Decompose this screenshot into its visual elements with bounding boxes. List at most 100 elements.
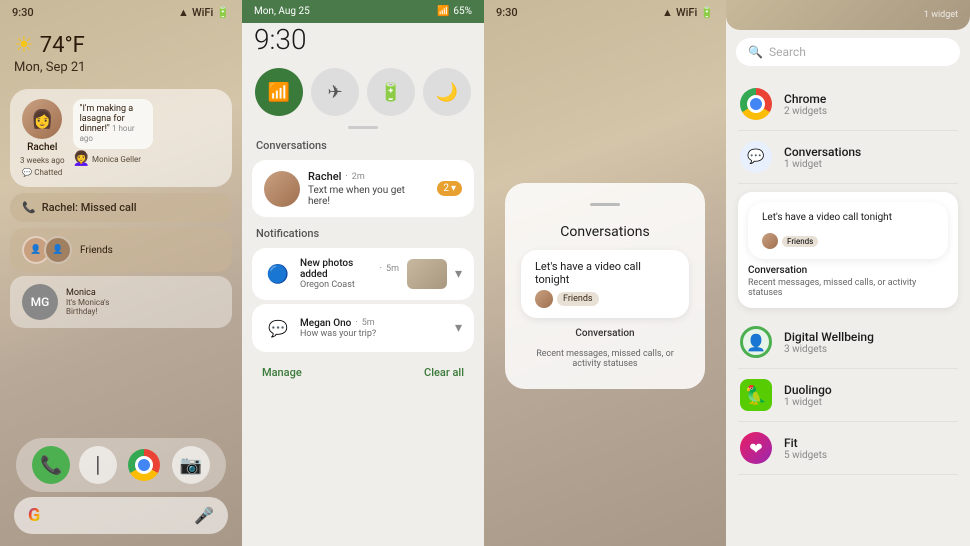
rachel-sub: 3 weeks ago <box>20 156 65 165</box>
conversations-widget-item[interactable]: 💬 Conversations 1 widget <box>738 131 958 184</box>
friends-info: Friends <box>80 245 113 256</box>
speech-bubble-area: "I'm making a lasagna for dinner!" 1 hou… <box>73 99 222 167</box>
dock-phone-icon[interactable]: 📞 <box>32 446 70 484</box>
expand-icon[interactable]: ▾ <box>455 266 462 282</box>
status-bar-p3: 9:30 ▲ WiFi 🔋 <box>484 0 726 25</box>
wifi-status-icon: 📶 <box>437 6 449 17</box>
monica-avatar: MG <box>22 284 58 320</box>
conversations-widget-count: 1 widget <box>784 159 958 170</box>
status-icons-p1: ▲ WiFi 🔋 <box>178 6 230 19</box>
moon-tile[interactable]: 🌙 <box>423 68 471 116</box>
rachel-badge: 💬 Chatted <box>22 168 62 177</box>
weather-widget: ☀ 74°F Mon, Sep 21 <box>0 25 242 83</box>
video-sender: Friends <box>535 290 599 308</box>
megan-header: Megan Ono · 5m <box>300 318 447 329</box>
chrome-logo <box>128 449 160 481</box>
conversations-widget-name: Conversations <box>784 145 958 159</box>
google-g: G <box>28 505 40 526</box>
widget-search-bar[interactable]: 🔍 Search <box>736 38 960 66</box>
chrome-widget-item[interactable]: Chrome 2 widgets <box>738 78 958 131</box>
friends-widget[interactable]: 👤 👤 Friends <box>10 228 232 272</box>
chrome-widget-info: Chrome 2 widgets <box>784 92 958 117</box>
megan-dot: · <box>355 318 357 328</box>
widget-title: Conversations <box>560 224 649 240</box>
p3-wifi-icon: WiFi <box>676 6 697 19</box>
megan-notification[interactable]: 💬 Megan Ono · 5m How was your trip? ▾ <box>252 304 474 352</box>
photos-icon: 🔵 <box>264 260 292 288</box>
digital-wellbeing-item[interactable]: 👤 Digital Wellbeing 3 widgets <box>738 316 958 369</box>
dock: 📞 | 📷 <box>16 438 226 492</box>
battery-status: 65% <box>453 6 472 17</box>
wifi-tile[interactable]: 📶 <box>255 68 303 116</box>
mic-icon[interactable]: 🎤 <box>194 506 214 525</box>
status-bar-p1: 9:30 ▲ WiFi 🔋 <box>0 0 242 25</box>
dock-chrome-icon[interactable] <box>125 446 163 484</box>
weather-date: Mon, Sep 21 <box>14 60 228 75</box>
megan-msg: How was your trip? <box>300 329 447 339</box>
preview-sender-avatar <box>762 233 778 249</box>
rachel-conv-info: Rachel · 2m Text me when you get here! <box>308 170 429 207</box>
search-input[interactable]: Search <box>769 45 948 59</box>
rachel-conv-avatar <box>264 171 300 207</box>
partial-widget-indicator: 1 widget <box>726 0 970 30</box>
megan-name: Megan Ono <box>300 318 351 329</box>
notifications-section-label: Notifications <box>242 221 484 244</box>
friends-avatar-group: 👤 👤 <box>22 236 72 264</box>
rachel-conv-time-val: 2m <box>352 172 365 182</box>
megan-icon: 💬 <box>264 314 292 342</box>
speech-sender: 👩‍🦱 Monica Geller <box>73 151 222 167</box>
photos-notification[interactable]: 🔵 New photos added · 5m Oregon Coast ▾ <box>252 248 474 300</box>
status-bar-p2: Mon, Aug 25 📶 65% <box>242 0 484 23</box>
manage-button[interactable]: Manage <box>262 366 302 379</box>
conversations-widget-card: Conversations Let's have a video call to… <box>505 183 705 389</box>
p3-status-icons: ▲ WiFi 🔋 <box>662 6 714 19</box>
dw-info: Digital Wellbeing 3 widgets <box>784 330 958 355</box>
conv-header: Rachel · 2m <box>308 170 429 183</box>
duolingo-item[interactable]: 🦜 Duolingo 1 widget <box>738 369 958 422</box>
monica-sub: It's Monica's <box>66 298 109 307</box>
conversations-widget-info: Conversations 1 widget <box>784 145 958 170</box>
weather-icon: ☀ <box>14 33 34 58</box>
dock-assistant-icon[interactable]: | <box>79 446 117 484</box>
battery-tile[interactable]: 🔋 <box>367 68 415 116</box>
photos-time: · <box>380 264 382 274</box>
rachel-name: Rachel <box>27 142 57 153</box>
contacts-widget[interactable]: 👩 Rachel 3 weeks ago 💬 Chatted "I'm maki… <box>10 89 232 187</box>
fit-item[interactable]: ❤ Fit 5 widgets <box>738 422 958 475</box>
video-call-bubble[interactable]: Let's have a video call tonight Friends <box>521 250 689 318</box>
battery-icon: 🔋 <box>216 6 230 19</box>
wifi-icon: WiFi <box>192 6 213 19</box>
missed-call-text: Rachel: Missed call <box>42 201 137 214</box>
signal-icon: ▲ <box>178 6 189 19</box>
clear-all-button[interactable]: Clear all <box>424 366 464 379</box>
rachel-conversation-card[interactable]: Rachel · 2m Text me when you get here! 2… <box>252 160 474 217</box>
home-screen-panel: 9:30 ▲ WiFi 🔋 ☀ 74°F Mon, Sep 21 👩 Rache… <box>0 0 242 546</box>
notification-shade-panel: Mon, Aug 25 📶 65% 9:30 📶 ✈ 🔋 🌙 Conversat… <box>242 0 484 546</box>
photos-thumbnail <box>407 259 447 289</box>
chrome-widget-count: 2 widgets <box>784 106 958 117</box>
widget-scroll-indicator <box>590 203 620 206</box>
photos-info: New photos added · 5m Oregon Coast <box>300 258 399 290</box>
search-icon: 🔍 <box>748 45 763 59</box>
p2-status-icons: 📶 65% <box>437 6 472 17</box>
dw-count: 3 widgets <box>784 344 958 355</box>
megan-expand-icon[interactable]: ▾ <box>455 320 462 336</box>
video-sender-name: Friends <box>557 292 599 306</box>
airplane-tile[interactable]: ✈ <box>311 68 359 116</box>
fit-name: Fit <box>784 436 958 450</box>
megan-time: 5m <box>362 318 375 328</box>
preview-sender-name: Friends <box>782 236 818 247</box>
monica-widget[interactable]: MG Monica It's Monica's Birthday! <box>10 276 232 328</box>
rachel-contact[interactable]: 👩 Rachel 3 weeks ago 💬 Chatted <box>20 99 65 177</box>
rachel-conv-name: Rachel <box>308 170 341 183</box>
dock-camera-icon[interactable]: 📷 <box>172 446 210 484</box>
friends-label: Friends <box>80 245 113 256</box>
partial-widget-label: 1 widget <box>924 10 958 20</box>
photos-time-val: 5m <box>386 264 399 274</box>
missed-call-widget[interactable]: 📞 Rachel: Missed call <box>10 193 232 222</box>
notification-actions: Manage Clear all <box>242 356 484 389</box>
home-search-bar[interactable]: G 🎤 <box>14 497 228 534</box>
p3-battery-icon: 🔋 <box>700 6 714 19</box>
preview-bubble: Let's have a video call tonight Friends <box>748 202 948 259</box>
monica-name: Monica <box>66 288 109 298</box>
